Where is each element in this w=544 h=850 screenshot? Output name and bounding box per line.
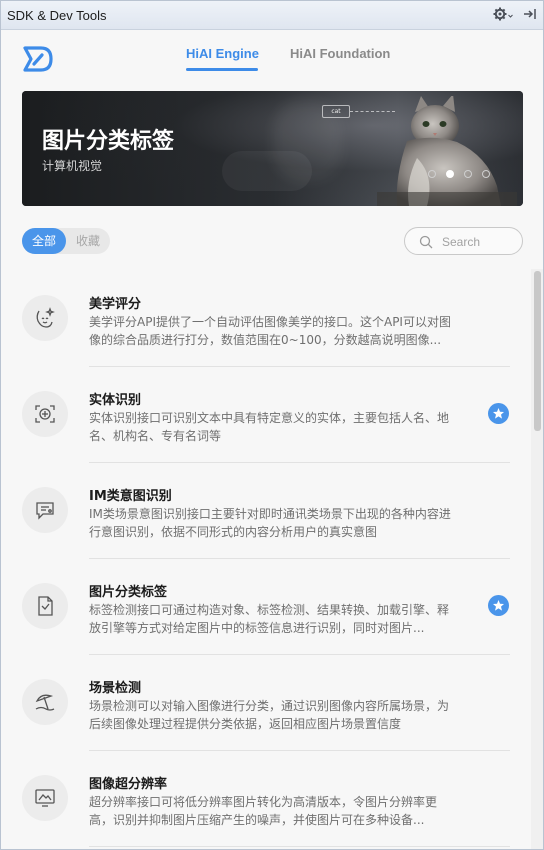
detection-pointer-line <box>350 111 395 112</box>
carousel-dot[interactable] <box>464 170 472 178</box>
detection-label: cat <box>322 105 350 118</box>
hide-panel-icon[interactable] <box>523 7 537 21</box>
item-icon-container <box>22 775 68 821</box>
item-name: IM类意图识别 <box>89 489 172 504</box>
tab-hiai-foundation[interactable]: HiAI Foundation <box>290 46 390 61</box>
carousel-dot-active[interactable] <box>446 170 454 178</box>
item-icon-container <box>22 487 68 533</box>
monitor-image-icon <box>35 789 55 807</box>
filter-all-button[interactable]: 全部 <box>22 228 66 254</box>
favorite-star-icon[interactable] <box>488 403 509 424</box>
list-item[interactable]: 美学评分 美学评分API提供了一个自动评估图像美学的接口。这个API可以对图像的… <box>1 271 531 367</box>
banner-bokeh <box>222 151 312 191</box>
item-description: 美学评分API提供了一个自动评估图像美学的接口。这个API可以对图像的综合品质进… <box>89 315 451 347</box>
favorite-star-icon[interactable] <box>488 595 509 616</box>
item-description: 场景检测可以对输入图像进行分类，通过识别图像内容所属场景，为后续图像处理过程提供… <box>89 699 450 731</box>
item-name: 实体识别 <box>89 393 142 408</box>
carousel-dot[interactable] <box>482 170 490 178</box>
scan-face-icon <box>35 405 55 423</box>
item-description: 标签检测接口可通过构造对象、标签检测、结果转换、加载引擎、释放引擎等方式对给定图… <box>89 603 450 635</box>
carousel-dots <box>428 170 490 178</box>
filter-favorites-button[interactable]: 收藏 <box>68 228 108 254</box>
list-item[interactable]: 图片分类标签 标签检测接口可通过构造对象、标签检测、结果转换、加载引擎、释放引擎… <box>1 559 531 655</box>
divider <box>89 846 510 847</box>
tab-hiai-engine[interactable]: HiAI Engine <box>186 46 259 61</box>
face-sparkle-icon <box>36 307 55 328</box>
list-item[interactable]: IM类意图识别 IM类场景意图识别接口主要针对即时通讯类场景下出现的各种内容进行… <box>1 463 531 559</box>
header: HiAI Engine HiAI Foundation <box>1 31 543 83</box>
search-input[interactable] <box>442 233 518 251</box>
tag-document-icon <box>38 596 53 616</box>
item-description: IM类场景意图识别接口主要针对即时通讯类场景下出现的各种内容进行意图识别，依据不… <box>89 507 451 539</box>
scrollbar-thumb[interactable] <box>534 271 541 431</box>
item-icon-container <box>22 583 68 629</box>
search-box[interactable] <box>404 227 523 255</box>
item-description: 超分辨率接口可将低分辨率图片转化为高清版本，令图片分辨率更高，识别并抑制图片压缩… <box>89 795 438 827</box>
item-name: 场景检测 <box>89 681 142 696</box>
item-icon-container <box>22 295 68 341</box>
active-tab-indicator <box>186 68 258 71</box>
banner-carousel[interactable]: cat 图片分类标签 计算机视觉 <box>22 91 523 206</box>
cat-photo <box>377 96 517 206</box>
list-item[interactable]: 实体识别 实体识别接口可识别文本中具有特定意义的实体，主要包括人名、地名、机构名… <box>1 367 531 463</box>
item-name: 美学评分 <box>89 297 142 312</box>
window-title: SDK & Dev Tools <box>7 7 107 23</box>
list-item[interactable]: 场景检测 场景检测可以对输入图像进行分类，通过识别图像内容所属场景，为后续图像处… <box>1 655 531 751</box>
chat-bubble-icon <box>36 502 54 520</box>
item-name: 图像超分辨率 <box>89 777 168 792</box>
search-icon <box>419 235 433 249</box>
sdk-devtools-window: SDK & Dev Tools HiAI Engine HiAI Foundat… <box>0 0 544 850</box>
banner-subtitle: 计算机视觉 <box>42 159 103 173</box>
list-item[interactable]: 图像超分辨率 超分辨率接口可将低分辨率图片转化为高清版本，令图片分辨率更高，识别… <box>1 751 531 847</box>
item-icon-container <box>22 391 68 437</box>
carousel-dot[interactable] <box>428 170 436 178</box>
title-bar-tools <box>493 6 537 22</box>
item-description: 实体识别接口可识别文本中具有特定意义的实体，主要包括人名、地名、机构名、专有名词… <box>89 411 450 443</box>
banner-title: 图片分类标签 <box>42 129 175 154</box>
item-name: 图片分类标签 <box>89 585 168 600</box>
item-icon-container <box>22 679 68 725</box>
engine-tabs: HiAI Engine HiAI Foundation <box>1 31 543 83</box>
gear-icon[interactable] <box>493 6 513 22</box>
title-bar: SDK & Dev Tools <box>1 1 543 30</box>
filter-toggle: 全部 收藏 <box>22 228 110 254</box>
beach-umbrella-icon <box>35 694 55 711</box>
